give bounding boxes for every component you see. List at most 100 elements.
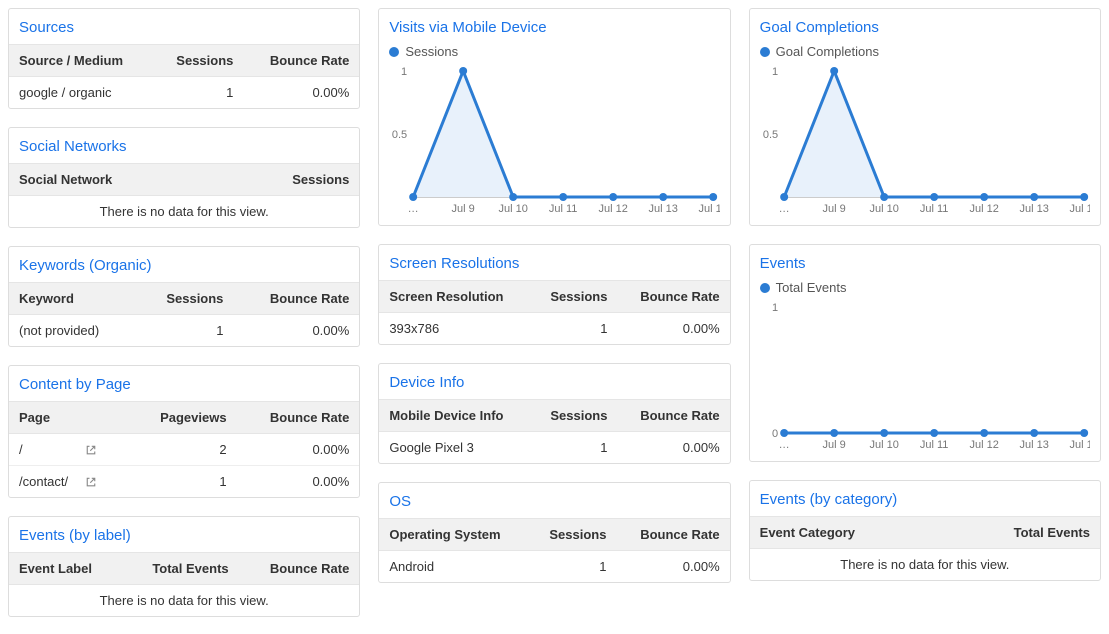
table-row: Android 1 0.00% bbox=[379, 551, 729, 583]
card-title: OS bbox=[379, 483, 729, 518]
card-title: Screen Resolutions bbox=[379, 245, 729, 280]
col-header: Sessions bbox=[531, 400, 618, 432]
table-row: /contact/ 1 0.00% bbox=[9, 466, 359, 498]
col-header: Sessions bbox=[531, 281, 618, 313]
card-goal-completions: Goal Completions Goal Completions 0.51…J… bbox=[749, 8, 1101, 226]
col-header: Source / Medium bbox=[9, 45, 154, 77]
page-path: /contact/ bbox=[19, 474, 79, 489]
column-1: Sources Source / Medium Sessions Bounce … bbox=[8, 8, 360, 617]
cell: Google Pixel 3 bbox=[379, 432, 530, 464]
cell: 2 bbox=[130, 434, 237, 466]
card-title: Events (by category) bbox=[750, 481, 1100, 516]
events-category-table: Event Category Total Events bbox=[750, 516, 1100, 549]
svg-text:Jul 9: Jul 9 bbox=[822, 203, 845, 215]
svg-text:…: … bbox=[778, 203, 789, 215]
svg-text:Jul 14: Jul 14 bbox=[1069, 203, 1090, 215]
sources-table: Source / Medium Sessions Bounce Rate goo… bbox=[9, 44, 359, 108]
device-info-table: Mobile Device Info Sessions Bounce Rate … bbox=[379, 399, 729, 463]
svg-text:Jul 10: Jul 10 bbox=[869, 439, 898, 451]
svg-text:Jul 10: Jul 10 bbox=[499, 203, 528, 215]
table-row: google / organic 1 0.00% bbox=[9, 77, 359, 109]
cell: 0.00% bbox=[237, 466, 360, 498]
svg-text:1: 1 bbox=[772, 302, 778, 314]
cell: 1 bbox=[529, 551, 617, 583]
column-2: Visits via Mobile Device Sessions 0.51…J… bbox=[378, 8, 730, 617]
open-in-new-icon[interactable] bbox=[85, 444, 97, 456]
svg-text:…: … bbox=[408, 203, 419, 215]
chart-legend: Sessions bbox=[379, 44, 729, 65]
svg-text:1: 1 bbox=[401, 66, 407, 78]
col-header: Bounce Rate bbox=[617, 281, 729, 313]
svg-text:Jul 12: Jul 12 bbox=[599, 203, 628, 215]
keywords-table: Keyword Sessions Bounce Rate (not provid… bbox=[9, 282, 359, 346]
card-title: Sources bbox=[9, 9, 359, 44]
cell: 1 bbox=[154, 77, 244, 109]
table-row: (not provided) 1 0.00% bbox=[9, 315, 359, 347]
card-keywords-organic: Keywords (Organic) Keyword Sessions Boun… bbox=[8, 246, 360, 347]
cell: 1 bbox=[531, 313, 618, 345]
legend-dot-icon bbox=[760, 47, 770, 57]
table-row: 393x786 1 0.00% bbox=[379, 313, 729, 345]
svg-text:Jul 13: Jul 13 bbox=[1019, 203, 1048, 215]
col-header: Bounce Rate bbox=[616, 519, 729, 551]
col-header: Sessions bbox=[136, 283, 234, 315]
svg-text:0: 0 bbox=[772, 428, 778, 440]
col-header: Sessions bbox=[154, 45, 244, 77]
svg-text:Jul 11: Jul 11 bbox=[920, 203, 949, 215]
no-data-message: There is no data for this view. bbox=[750, 549, 1100, 580]
no-data-message: There is no data for this view. bbox=[9, 196, 359, 227]
col-header: Screen Resolution bbox=[379, 281, 530, 313]
card-title: Events (by label) bbox=[9, 517, 359, 552]
cell: (not provided) bbox=[9, 315, 136, 347]
col-header: Bounce Rate bbox=[239, 553, 360, 585]
col-header: Total Events bbox=[941, 517, 1100, 549]
chart-area[interactable]: 0.5 1 … Jul 9 Jul 10 Jul 11 Jul 12 Jul 13 Jul 14 bbox=[750, 65, 1100, 225]
legend-dot-icon bbox=[760, 283, 770, 293]
col-header: Bounce Rate bbox=[237, 402, 360, 434]
chart-area[interactable]: 01…Jul 9Jul 10Jul 11Jul 12Jul 13Jul 14 bbox=[750, 301, 1100, 461]
page-path: / bbox=[19, 442, 79, 457]
col-header: Keyword bbox=[9, 283, 136, 315]
svg-text:Jul 12: Jul 12 bbox=[969, 203, 998, 215]
card-title: Keywords (Organic) bbox=[9, 247, 359, 282]
dashboard: Sources Source / Medium Sessions Bounce … bbox=[0, 0, 1109, 625]
cell: 0.00% bbox=[233, 315, 359, 347]
cell: 1 bbox=[136, 315, 234, 347]
cell: 0.00% bbox=[617, 432, 729, 464]
card-screen-resolutions: Screen Resolutions Screen Resolution Ses… bbox=[378, 244, 730, 345]
col-header: Bounce Rate bbox=[233, 283, 359, 315]
card-content-by-page: Content by Page Page Pageviews Bounce Ra… bbox=[8, 365, 360, 498]
svg-text:Jul 13: Jul 13 bbox=[1019, 439, 1048, 451]
svg-text:Jul 11: Jul 11 bbox=[920, 439, 949, 451]
svg-text:Jul 14: Jul 14 bbox=[1069, 439, 1090, 451]
col-header: Operating System bbox=[379, 519, 528, 551]
column-3: Goal Completions Goal Completions 0.51…J… bbox=[749, 8, 1101, 617]
svg-text:…: … bbox=[778, 439, 789, 451]
col-header: Sessions bbox=[217, 164, 359, 196]
os-table: Operating System Sessions Bounce Rate An… bbox=[379, 518, 729, 582]
chart-legend: Total Events bbox=[750, 280, 1100, 301]
card-title: Device Info bbox=[379, 364, 729, 399]
card-visits-mobile: Visits via Mobile Device Sessions 0.51…J… bbox=[378, 8, 730, 226]
chart-area[interactable]: 0.51…Jul 9Jul 10Jul 11Jul 12Jul 13Jul 14 bbox=[379, 65, 729, 225]
svg-text:1: 1 bbox=[772, 66, 778, 78]
svg-text:Jul 9: Jul 9 bbox=[452, 203, 475, 215]
card-title: Visits via Mobile Device bbox=[379, 9, 729, 44]
cell: Android bbox=[379, 551, 528, 583]
card-sources: Sources Source / Medium Sessions Bounce … bbox=[8, 8, 360, 109]
col-header: Social Network bbox=[9, 164, 217, 196]
open-in-new-icon[interactable] bbox=[85, 476, 97, 488]
card-events-by-label: Events (by label) Event Label Total Even… bbox=[8, 516, 360, 617]
social-table: Social Network Sessions bbox=[9, 163, 359, 196]
table-row: Google Pixel 3 1 0.00% bbox=[379, 432, 729, 464]
col-header: Event Label bbox=[9, 553, 122, 585]
cell: google / organic bbox=[9, 77, 154, 109]
card-title: Social Networks bbox=[9, 128, 359, 163]
legend-dot-icon bbox=[389, 47, 399, 57]
legend-label: Total Events bbox=[776, 280, 847, 295]
card-title: Content by Page bbox=[9, 366, 359, 401]
legend-label: Sessions bbox=[405, 44, 458, 59]
svg-text:0.5: 0.5 bbox=[763, 129, 778, 141]
cell: 1 bbox=[130, 466, 237, 498]
svg-text:Jul 10: Jul 10 bbox=[869, 203, 898, 215]
